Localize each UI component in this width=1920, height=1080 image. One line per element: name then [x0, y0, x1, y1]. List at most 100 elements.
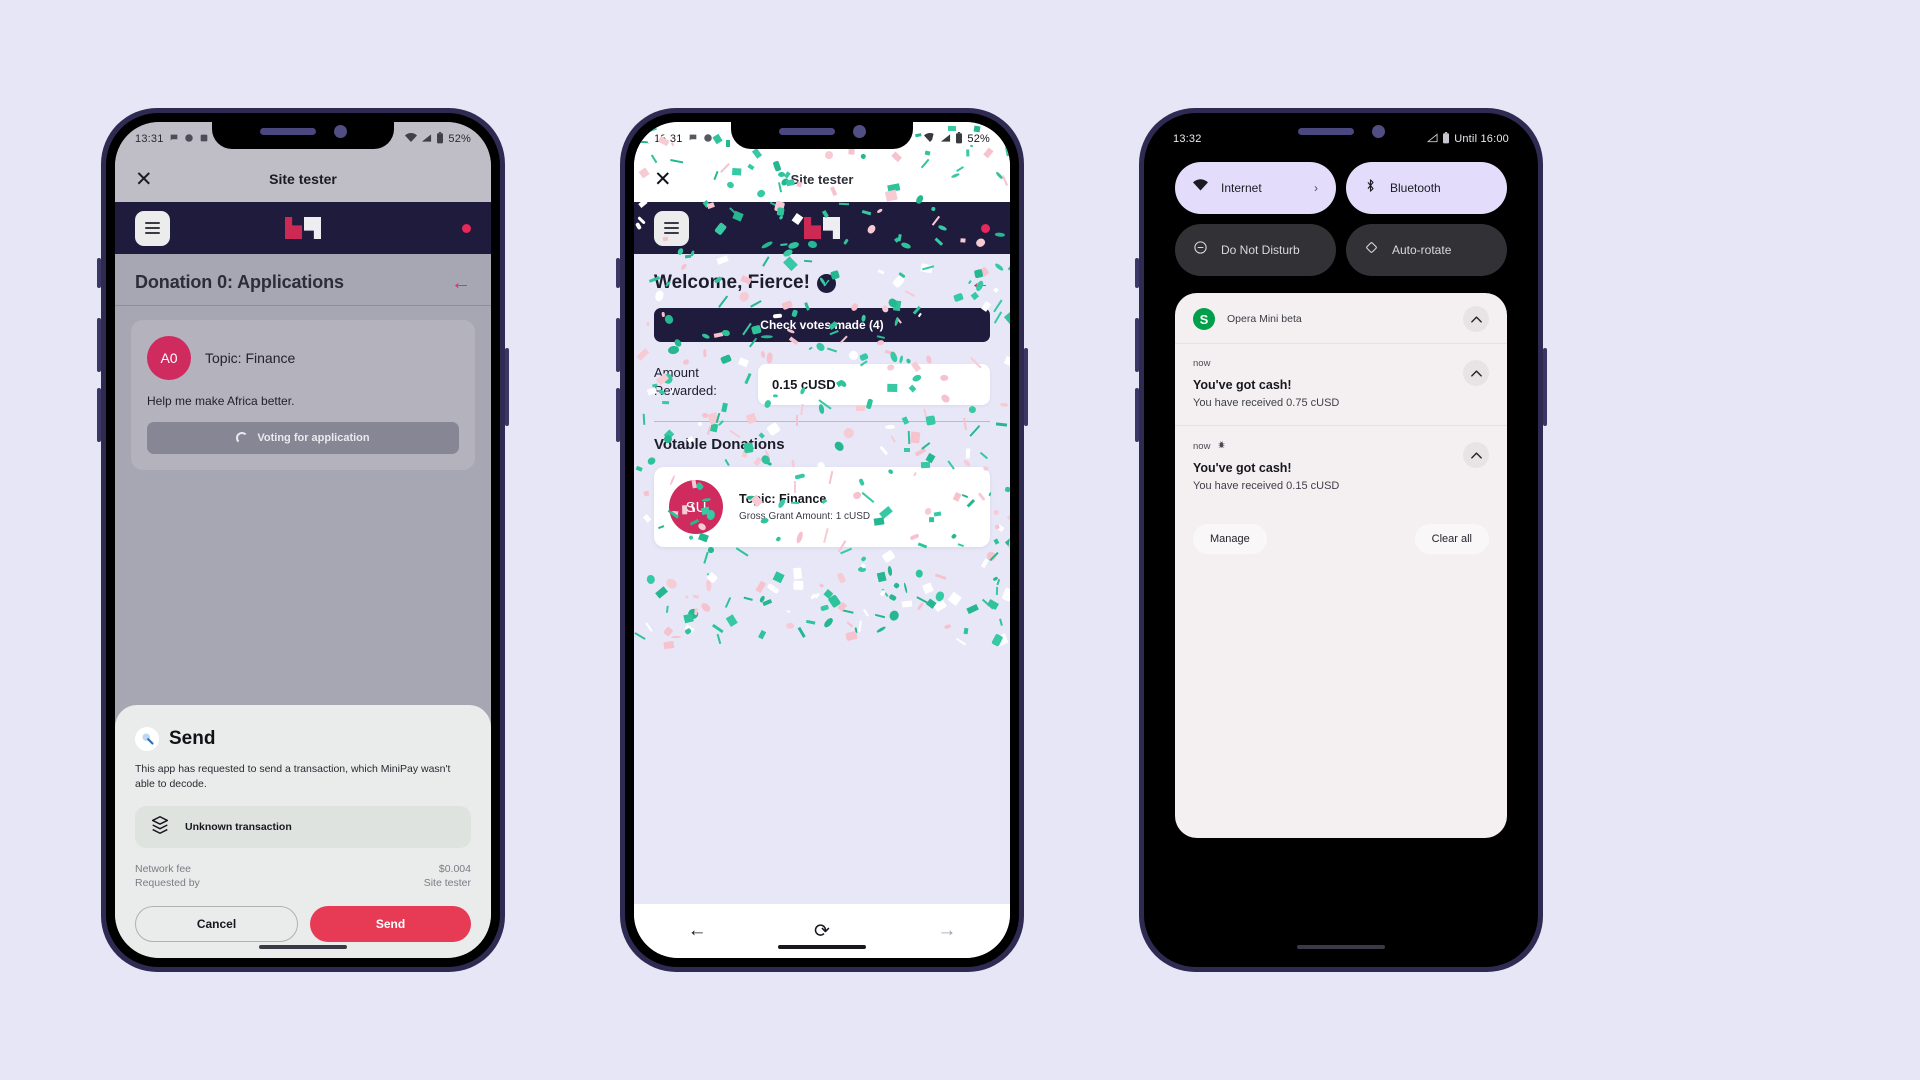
phone3-volume-up-button[interactable]: [1135, 318, 1139, 372]
phone3-power-button[interactable]: [1543, 348, 1547, 426]
send-button[interactable]: Send: [310, 906, 471, 942]
confetti-piece: [785, 609, 791, 614]
back-arrow-icon[interactable]: ←: [451, 273, 471, 293]
phone-mockup-2: 13:31 52% ✕ Site tester Welcome, Fierce!…: [616, 108, 1028, 972]
battery-percent: 52%: [967, 133, 990, 145]
phone-mockup-3: 13:32 Until 16:00 Internet › Bluetooth D…: [1135, 108, 1547, 972]
confetti-piece: [762, 599, 773, 607]
phone3-volume-down-button[interactable]: [1135, 388, 1139, 442]
back-arrow-icon[interactable]: ←: [970, 273, 990, 293]
application-card[interactable]: A0 Topic: Finance Help me make Africa be…: [131, 320, 475, 470]
phone1-mute-button[interactable]: [97, 258, 101, 288]
browser-forward-icon[interactable]: →: [937, 920, 956, 942]
confetti-piece: [854, 626, 858, 633]
phone2-mute-button[interactable]: [616, 258, 620, 288]
chevron-up-icon[interactable]: [1463, 360, 1489, 386]
clear-all-button[interactable]: Clear all: [1414, 524, 1489, 554]
confetti-piece: [707, 546, 714, 554]
notification-item[interactable]: now You've got cash! You have received 0…: [1175, 343, 1507, 425]
welcome-text: Welcome, Fierce!: [654, 272, 810, 293]
phone-mockup-1: 13:31 52% ✕ Site tester Donation 0: Appl…: [97, 108, 509, 972]
bluetooth-icon: [1364, 178, 1377, 198]
confetti-piece: [995, 586, 998, 595]
confetti-piece: [703, 551, 710, 564]
application-card-header: A0 Topic: Finance: [147, 336, 459, 380]
confetti-piece: [842, 609, 854, 614]
notification-dot[interactable]: [981, 223, 990, 233]
chevron-right-icon[interactable]: ›: [1314, 181, 1318, 195]
home-indicator[interactable]: [1297, 945, 1385, 949]
quick-setting-do-not-disturb[interactable]: Do Not Disturb: [1175, 224, 1336, 276]
confetti-piece: [902, 600, 913, 608]
home-indicator[interactable]: [259, 945, 347, 949]
confetti-piece: [981, 559, 989, 569]
confetti-piece: [818, 403, 826, 415]
quick-settings-grid: Internet › Bluetooth Do Not Disturb Auto…: [1153, 156, 1529, 276]
quick-setting-auto-rotate[interactable]: Auto-rotate: [1346, 224, 1507, 276]
confetti-piece: [725, 614, 738, 627]
manage-button[interactable]: Manage: [1193, 524, 1267, 554]
browser-back-icon[interactable]: ←: [688, 920, 707, 942]
confetti-piece: [665, 605, 670, 614]
phone3-mute-button[interactable]: [1135, 258, 1139, 288]
confetti-piece: [881, 588, 889, 598]
phone1-volume-down-button[interactable]: [97, 388, 101, 442]
votable-donation-card[interactable]: SU Topic: Finance Gross Grant Amount: 1 …: [654, 467, 990, 547]
phone1-notch: [212, 113, 394, 149]
notification-panel: S Opera Mini beta now You've got cash! Y…: [1175, 293, 1507, 838]
notification-dot[interactable]: [462, 223, 471, 233]
confetti-piece: [705, 571, 718, 584]
confetti-piece: [887, 593, 897, 602]
signal-icon: [940, 133, 951, 146]
chat-icon: [169, 133, 179, 146]
phone2-volume-down-button[interactable]: [616, 388, 620, 442]
notification-app-header[interactable]: S Opera Mini beta: [1175, 293, 1507, 343]
application-description: Help me make Africa better.: [147, 394, 295, 408]
requested-by-label: Requested by: [135, 877, 200, 889]
phone2-app-bar: ✕ Site tester: [634, 156, 1010, 202]
confetti-piece: [759, 595, 766, 604]
chevron-up-icon[interactable]: [1463, 306, 1489, 332]
confetti-piece: [725, 597, 732, 609]
confetti-piece: [684, 624, 695, 634]
battery-icon: [955, 131, 963, 147]
confetti-piece: [903, 582, 908, 594]
confetti-piece: [792, 567, 802, 580]
cancel-button[interactable]: Cancel: [135, 906, 298, 942]
section-title-votable-donations: Votable Donations: [654, 436, 785, 453]
check-votes-button[interactable]: Check votes made (4): [654, 308, 990, 342]
vote-button-label: Voting for application: [257, 432, 370, 444]
notification-time: now: [1193, 358, 1211, 369]
confetti-piece: [636, 347, 650, 361]
chevron-up-icon[interactable]: [1463, 442, 1489, 468]
notification-item[interactable]: now You've got cash! You have received 0…: [1175, 425, 1507, 508]
confetti-piece: [808, 345, 813, 350]
send-wrench-icon: [135, 726, 159, 751]
vote-button[interactable]: Voting for application: [147, 422, 459, 454]
notification-body: You have received 0.15 cUSD: [1193, 480, 1340, 492]
hamburger-icon[interactable]: [135, 210, 170, 246]
phone1-volume-up-button[interactable]: [97, 318, 101, 372]
hamburger-icon[interactable]: [654, 210, 689, 246]
confetti-piece: [1003, 310, 1010, 326]
phone2-volume-up-button[interactable]: [616, 318, 620, 372]
confetti-piece: [986, 551, 998, 562]
confetti-piece: [667, 345, 680, 355]
app-bar-title: Site tester: [790, 171, 854, 187]
quick-setting-internet[interactable]: Internet ›: [1175, 162, 1336, 214]
confetti-piece: [986, 598, 999, 610]
browser-reload-icon[interactable]: ⟳: [814, 920, 830, 943]
phone2-site-nav-bar: [634, 202, 1010, 254]
confetti-piece: [635, 466, 643, 473]
phone1-power-button[interactable]: [505, 348, 509, 426]
confetti-piece: [860, 555, 867, 562]
network-fee-label: Network fee: [135, 863, 192, 875]
quick-setting-bluetooth[interactable]: Bluetooth: [1346, 162, 1507, 214]
quick-setting-label: Do Not Disturb: [1221, 243, 1300, 257]
page-title: Donation 0: Applications: [135, 272, 344, 292]
unknown-transaction-label: Unknown transaction: [185, 821, 292, 833]
circle-icon: [184, 133, 194, 146]
confetti-piece: [996, 523, 1005, 532]
phone2-power-button[interactable]: [1024, 348, 1028, 426]
home-indicator[interactable]: [778, 945, 866, 949]
